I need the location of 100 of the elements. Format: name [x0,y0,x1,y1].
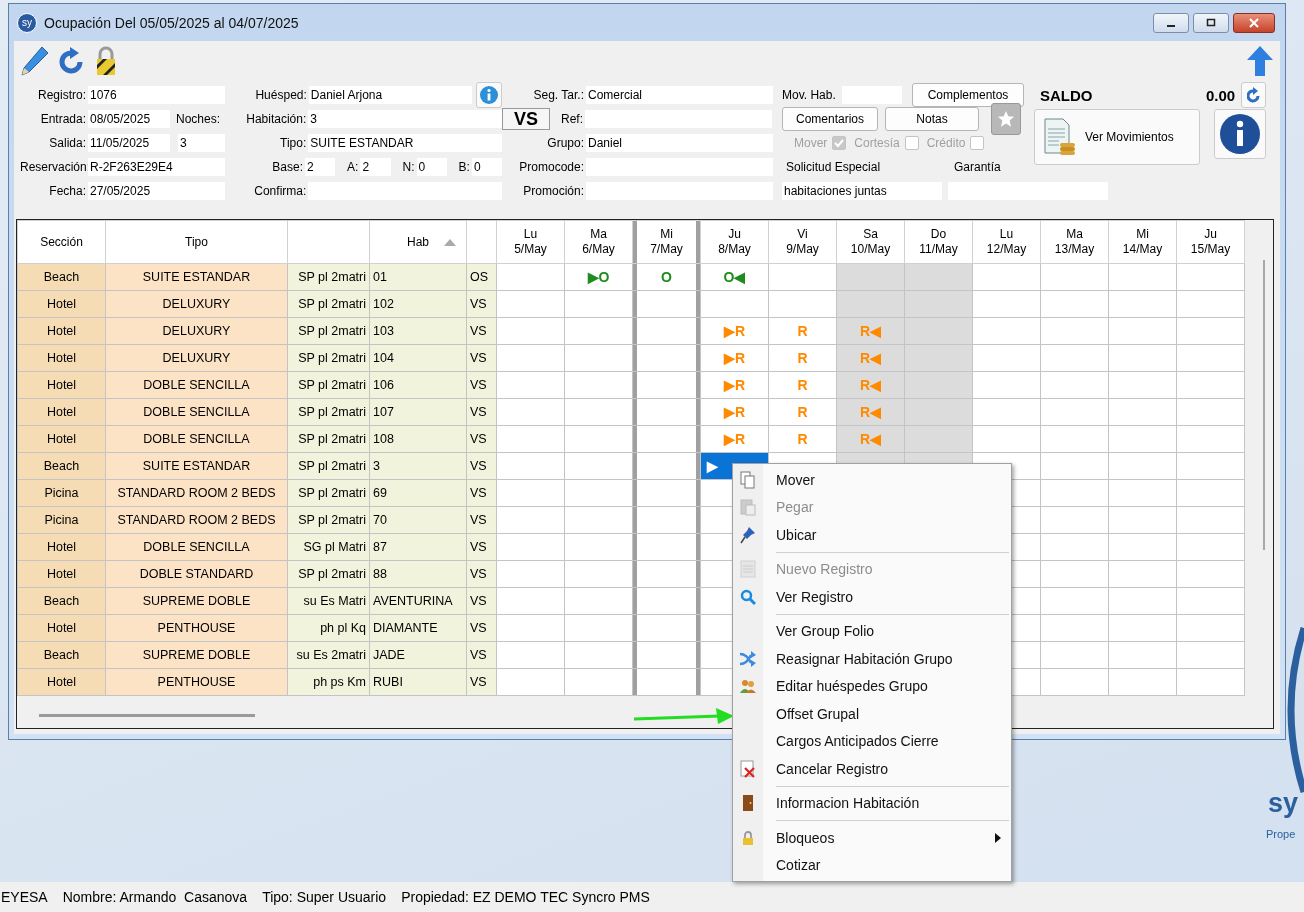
checkbox-label: Cortesía [854,136,900,150]
table-cell: 103 [369,317,467,345]
ver-movimientos-button[interactable]: Ver Movimientos [1034,109,1200,165]
menu-item[interactable]: Cancelar Registro [733,755,1011,783]
field-label: Ref: [560,112,584,126]
table-cell: Hotel [17,560,106,588]
table-cell: SP pl 2matri [287,506,370,534]
field-label: A: [347,160,360,174]
comentarios-button[interactable]: Comentarios [782,107,878,131]
text-field[interactable]: 08/05/2025 [88,110,170,128]
table-cell: PENTHOUSE [105,614,288,642]
menu-item[interactable]: Offset Grupal [733,700,1011,728]
field-label: Mov. Hab. [782,88,837,102]
field-label: Reservación: [20,160,88,174]
table-cell: ph pl Kq [287,614,370,642]
table-cell: Picina [17,506,106,534]
text-field[interactable]: 2 [360,158,391,176]
day-header[interactable]: Mi 7/May [632,220,701,264]
day-cell[interactable]: O◀ [700,263,769,291]
field-label: Promoción: [522,184,585,198]
table-cell: 01 [369,263,467,291]
logo-tagline: Prope [1266,828,1296,840]
table-cell: SP pl 2matri [287,560,370,588]
table-cell: AVENTURINA [369,587,467,615]
day-header[interactable]: Do 11/May [904,220,973,264]
table-cell: 104 [369,344,467,372]
table-cell: STANDARD ROOM 2 BEDS [105,506,288,534]
table-cell: 70 [369,506,467,534]
field-label: Huésped: [254,88,308,102]
column-header[interactable]: Sección [17,220,106,264]
day-header[interactable]: Ma 13/May [1040,220,1109,264]
table-cell: Hotel [17,668,106,696]
table-cell: SP pl 2matri [287,479,370,507]
logo-text: sy [1268,788,1299,819]
day-header[interactable]: Lu 12/May [972,220,1041,264]
day-header[interactable]: Ju 8/May [700,220,769,264]
table-cell: DOBLE SENCILLA [105,398,288,426]
table-cell: ph ps Km [287,668,370,696]
status-text: Propiedad: EZ DEMO TEC Syncro PMS [401,889,650,905]
table-cell: Hotel [17,398,106,426]
table-cell: Beach [17,641,106,669]
complementos-button[interactable]: Complementos [912,83,1024,107]
day-cell[interactable]: O [632,263,701,291]
text-field[interactable]: 0 [416,158,447,176]
text-field[interactable]: 0 [471,158,502,176]
text-field[interactable]: habitaciones juntas [782,182,942,200]
day-header[interactable]: Ma 6/May [564,220,633,264]
field-label: Entrada: [39,112,87,126]
text-field[interactable]: Comercial [586,86,773,104]
text-field[interactable]: 3 [178,134,225,152]
text-field[interactable]: 3 [308,110,502,128]
app-badge: sy [17,12,37,33]
day-cell[interactable]: ▶O [564,263,633,291]
table-cell: SP pl 2matri [287,317,370,345]
menu-item[interactable]: Reasignar Habitación Grupo [733,645,1011,673]
column-header[interactable]: Hab [369,220,467,264]
table-cell: Beach [17,263,106,291]
day-header[interactable]: Ju 15/May [1176,220,1245,264]
text-field[interactable]: 2 [305,158,336,176]
day-header[interactable]: Vi 9/May [768,220,837,264]
day-header[interactable]: Sa 10/May [836,220,905,264]
table-cell: Hotel [17,371,106,399]
table-cell: Picina [17,479,106,507]
table-cell: SP pl 2matri [287,290,370,318]
balance-label: SALDO [1040,86,1093,104]
menu-item[interactable]: Ver Group Folio [733,617,1011,645]
menu-item[interactable]: Cargos Anticipados Cierre [733,727,1011,755]
menu-item[interactable]: Editar huéspedes Grupo [733,672,1011,700]
day-header[interactable]: Mi 14/May [1108,220,1177,264]
text-field[interactable]: Daniel Arjona [308,86,473,104]
status-text: Nombre: Armando Casanova [62,889,248,905]
menu-item[interactable]: Informacion Habitación [733,789,1011,817]
text-field[interactable]: 27/05/2025 [88,182,225,200]
table-cell: Beach [17,587,106,615]
menu-item[interactable]: Bloqueos [733,824,1011,852]
table-cell: Hotel [17,317,106,345]
table-cell: SP pl 2matri [287,452,370,480]
day-header[interactable]: Lu 5/May [496,220,565,264]
table-cell: 107 [369,398,467,426]
text-field[interactable]: SUITE ESTANDAR [308,134,502,152]
table-cell: SP pl 2matri [287,263,370,291]
table-cell: SUPREME DOBLE [105,587,288,615]
menu-item[interactable]: Mover [733,466,1011,494]
menu-item[interactable]: Ubicar [733,521,1011,549]
field-label: Promocode: [518,160,585,174]
notas-button[interactable]: Notas [885,107,979,131]
field-label: Solicitud Especial [786,160,882,174]
table-cell: SP pl 2matri [287,344,370,372]
text-field[interactable]: 1076 [88,86,225,104]
table-cell: Hotel [17,344,106,372]
menu-item[interactable]: Cotizar [733,851,1011,879]
menu-item[interactable]: Ver Registro [733,583,1011,611]
text-field[interactable]: 11/05/2025 [88,134,170,152]
text-field[interactable]: Daniel [586,134,773,152]
table-cell: STANDARD ROOM 2 BEDS [105,479,288,507]
text-field[interactable]: R-2F263E29E4 [88,158,225,176]
status-text: Tipo: Super Usuario [262,889,387,905]
table-cell: SG pl Matri [287,533,370,561]
field-label: Seg. Tar.: [532,88,585,102]
column-header[interactable]: Tipo [105,220,288,264]
